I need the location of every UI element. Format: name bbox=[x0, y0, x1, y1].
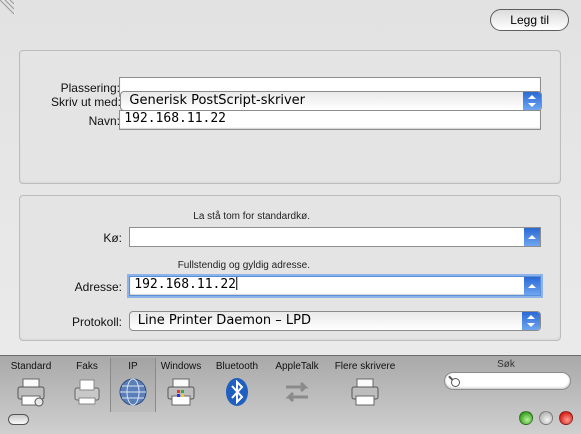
search-label: Søk bbox=[497, 359, 515, 370]
printer-info-group: 192.168.11.22 Navn: Plassering: bbox=[19, 50, 561, 184]
tab-fax[interactable]: Faks bbox=[56, 358, 118, 412]
print-using-value: Generisk PostScript-skriver bbox=[129, 93, 305, 108]
search-input[interactable] bbox=[444, 372, 571, 390]
tab-ip-label: IP bbox=[128, 361, 138, 372]
appletalk-icon bbox=[285, 381, 309, 403]
tab-windows-label: Windows bbox=[160, 361, 202, 372]
protocol-select[interactable]: Line Printer Daemon – LPD bbox=[129, 311, 541, 331]
popup-arrows-icon bbox=[523, 92, 541, 110]
address-label: Adresse: bbox=[74, 280, 122, 294]
tab-more-printers[interactable]: Flere skrivere bbox=[330, 358, 400, 412]
tab-bluetooth[interactable]: Bluetooth bbox=[206, 358, 268, 412]
tab-bluetooth-label: Bluetooth bbox=[215, 361, 259, 372]
address-field[interactable]: 192.168.11.22 bbox=[129, 276, 541, 296]
fax-icon bbox=[74, 379, 100, 405]
name-field[interactable]: 192.168.11.22 bbox=[119, 110, 541, 130]
toolbar: Standard Faks IP Windows Bluetooth Apple… bbox=[0, 355, 581, 434]
tab-appletalk[interactable]: AppleTalk bbox=[266, 358, 328, 412]
print-using-label: Skriv ut med: bbox=[50, 95, 121, 109]
close-window-button[interactable] bbox=[559, 411, 573, 425]
tab-standard[interactable]: Standard bbox=[0, 358, 62, 412]
text-caret bbox=[235, 276, 237, 290]
add-button-label: Legg til bbox=[510, 13, 549, 27]
tab-standard-label: Standard bbox=[10, 361, 52, 372]
tab-windows[interactable]: Windows bbox=[150, 358, 212, 412]
popup-arrows-icon bbox=[522, 312, 540, 330]
tab-fax-label: Faks bbox=[76, 361, 98, 372]
print-dialog-window: Standard Faks IP Windows Bluetooth Apple… bbox=[0, 0, 581, 434]
printer-icon bbox=[351, 378, 379, 406]
connection-group: Line Printer Daemon – LPD Protokoll: 192… bbox=[19, 195, 561, 341]
queue-label: Kø: bbox=[103, 231, 122, 245]
resize-grip-icon[interactable] bbox=[0, 0, 14, 14]
globe-icon bbox=[119, 378, 147, 406]
name-value: 192.168.11.22 bbox=[124, 111, 226, 126]
address-hint: Fullstendig og gyldig adresse. bbox=[177, 260, 310, 271]
tab-more-printers-label: Flere skrivere bbox=[334, 361, 396, 372]
search-icon bbox=[451, 378, 460, 387]
bluetooth-icon bbox=[226, 378, 248, 406]
address-value: 192.168.11.22 bbox=[134, 277, 236, 292]
printer-icon bbox=[17, 378, 45, 407]
windows-printer-icon bbox=[167, 378, 195, 406]
minimize-window-button[interactable] bbox=[539, 411, 553, 425]
tab-appletalk-label: AppleTalk bbox=[275, 361, 319, 372]
protocol-label: Protokoll: bbox=[71, 315, 122, 329]
address-history-arrow-icon[interactable] bbox=[524, 277, 540, 295]
toolbar-toggle-button[interactable] bbox=[8, 414, 29, 425]
zoom-window-button[interactable] bbox=[519, 411, 533, 425]
protocol-value: Line Printer Daemon – LPD bbox=[138, 313, 312, 328]
add-button[interactable]: Legg til bbox=[490, 9, 569, 31]
location-label: Plassering: bbox=[60, 81, 120, 95]
name-label: Navn: bbox=[88, 114, 120, 128]
queue-hint: La stå tom for standardkø. bbox=[193, 211, 310, 222]
queue-field[interactable] bbox=[129, 227, 541, 247]
queue-arrow-icon[interactable] bbox=[524, 228, 540, 246]
print-using-select[interactable]: Generisk PostScript-skriver bbox=[120, 91, 542, 111]
